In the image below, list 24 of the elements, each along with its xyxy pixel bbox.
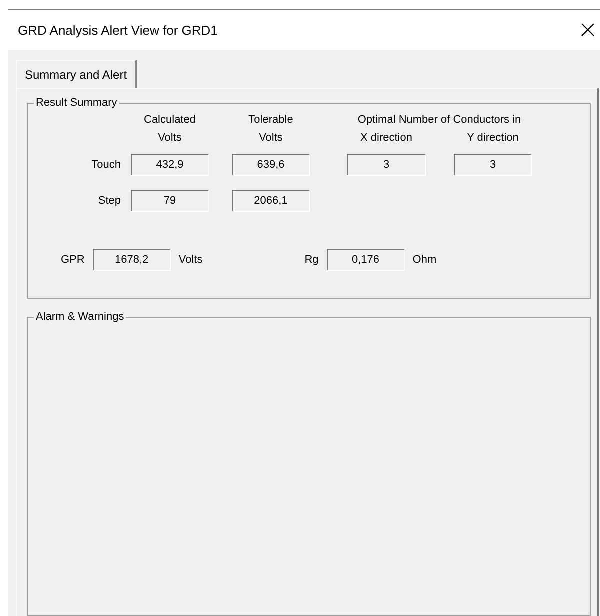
- close-icon[interactable]: [581, 23, 595, 37]
- column-header: Calculated Volts: [144, 113, 196, 146]
- value-field: 1678,2: [92, 249, 171, 271]
- unit-label: Ohm: [412, 254, 437, 266]
- field-label: Rg: [304, 254, 319, 266]
- value-field: 2066,1: [232, 190, 310, 212]
- value-field: 3: [347, 154, 426, 176]
- column-header: Optimal Number of Conductors in: [358, 113, 522, 128]
- column-header: Y direction: [467, 131, 519, 146]
- column-header: Tolerable Volts: [248, 113, 294, 146]
- value-field: 639,6: [232, 154, 310, 176]
- value-field: 432,9: [131, 154, 209, 176]
- unit-label: Volts: [178, 254, 203, 266]
- column-header: X direction: [360, 131, 412, 146]
- tab[interactable]: Summary and Alert: [16, 60, 138, 88]
- value-field: 3: [454, 154, 532, 176]
- row-label: Touch: [90, 159, 122, 171]
- field-label: GPR: [61, 254, 85, 266]
- row-label: Step: [97, 195, 122, 207]
- value-field: 79: [131, 190, 209, 212]
- value-field: 0,176: [326, 249, 405, 271]
- group-title: Result Summary: [35, 97, 118, 109]
- group-title: Alarm & Warnings: [35, 311, 126, 323]
- window-title: GRD Analysis Alert View for GRD1: [18, 22, 218, 38]
